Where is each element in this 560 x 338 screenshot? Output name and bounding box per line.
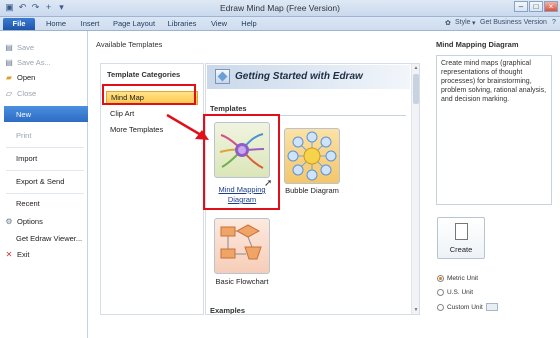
nav-print[interactable]: Print [0, 129, 88, 142]
nav-save[interactable]: ▤ Save [0, 41, 88, 54]
nav-export-send[interactable]: Export & Send [0, 175, 88, 188]
exit-icon: ✕ [5, 250, 13, 259]
create-button[interactable]: Create [437, 217, 485, 259]
templates-section-label: Templates [210, 104, 247, 113]
maximize-button[interactable]: □ [529, 1, 543, 12]
close-button[interactable]: × [544, 1, 558, 12]
chevron-down-icon: ▾ [472, 20, 476, 27]
nav-new[interactable]: New [4, 106, 88, 122]
bubble-diagram-label[interactable]: Bubble Diagram [280, 186, 344, 195]
scrollbar-thumb[interactable] [413, 74, 419, 104]
flowchart-thumbnail[interactable] [214, 218, 270, 274]
unit-metric-option[interactable]: Metric Unit [437, 275, 478, 282]
nav-recent[interactable]: Recent [0, 197, 88, 210]
basic-flowchart-label[interactable]: Basic Flowchart [210, 277, 274, 286]
template-description: Create mind maps (graphical representati… [436, 55, 552, 205]
nav-divider [6, 193, 84, 194]
tab-insert[interactable]: Insert [76, 18, 104, 30]
tab-home[interactable]: Home [42, 18, 70, 30]
window-controls: – □ × [514, 1, 558, 12]
nav-save-as[interactable]: ▤ Save As... [0, 56, 88, 69]
new-document-icon [455, 223, 468, 240]
bubble-diagram-graphic [287, 131, 337, 181]
close-doc-icon: ▱ [5, 89, 13, 98]
tab-view[interactable]: View [208, 18, 230, 30]
category-more-templates[interactable]: More Templates [110, 125, 163, 134]
nav-open[interactable]: ▰ Open [0, 71, 88, 84]
radio-us[interactable] [437, 289, 444, 296]
nav-close[interactable]: ▱ Close [0, 87, 88, 100]
radio-custom[interactable] [437, 303, 444, 311]
backstage-nav: ▤ Save ▤ Save As... ▰ Open ▱ Close New Print… [0, 31, 88, 338]
unit-us-option[interactable]: U.S. Unit [437, 289, 473, 296]
tab-help[interactable]: Help [239, 18, 259, 30]
tab-file[interactable]: File [3, 18, 35, 30]
red-arrow-annotation [166, 113, 209, 140]
highlight-box-category [102, 84, 196, 105]
custom-unit-field[interactable] [485, 303, 498, 311]
minimize-button[interactable]: – [514, 1, 528, 12]
getting-started-label: Getting Started with Edraw [235, 71, 363, 82]
folder-icon: ▰ [5, 73, 13, 82]
templates-scrollbar[interactable]: ▲ ▼ [411, 64, 419, 314]
details-title: Mind Mapping Diagram [436, 40, 519, 49]
unit-custom-option[interactable]: Custom Unit [437, 303, 498, 311]
flowchart-graphic [220, 224, 262, 260]
nav-options[interactable]: ⚙ Options [0, 215, 88, 228]
scroll-down-icon[interactable]: ▼ [412, 306, 420, 314]
nav-divider [6, 147, 84, 148]
save-as-icon: ▤ [5, 58, 13, 67]
getting-started-icon [215, 69, 230, 84]
help-icon[interactable]: ? [552, 19, 556, 26]
scroll-up-icon[interactable]: ▲ [412, 64, 420, 72]
tab-libraries[interactable]: Libraries [166, 18, 198, 30]
available-templates-title: Available Templates [96, 40, 163, 49]
ribbon-tabs: File Home Insert Page Layout Libraries V… [0, 17, 560, 31]
nav-divider [6, 170, 84, 171]
getting-started-banner[interactable]: Getting Started with Edraw [207, 65, 410, 89]
nav-get-viewer[interactable]: Get Edraw Viewer... [0, 232, 88, 245]
radio-metric[interactable] [437, 275, 444, 282]
tab-page-layout[interactable]: Page Layout [111, 18, 157, 30]
highlight-box-template [203, 114, 280, 210]
window-title: Edraw Mind Map (Free Version) [220, 3, 340, 13]
examples-section-label: Examples [210, 306, 246, 315]
business-version-link[interactable]: Get Business Version [480, 19, 547, 26]
save-icon: ▤ [5, 43, 13, 52]
options-icon: ⚙ [5, 217, 13, 226]
category-clip-art[interactable]: Clip Art [110, 109, 134, 118]
title-bar: ▣ ↶ ↷ + ▾ Edraw Mind Map (Free Version) … [0, 0, 560, 17]
bubble-diagram-thumbnail[interactable] [284, 128, 340, 184]
style-icon[interactable]: ✿ [445, 19, 451, 27]
nav-import[interactable]: Import [0, 152, 88, 165]
template-categories-title: Template Categories [107, 70, 181, 79]
style-menu[interactable]: Style [455, 19, 471, 26]
nav-exit[interactable]: ✕ Exit [0, 248, 88, 261]
